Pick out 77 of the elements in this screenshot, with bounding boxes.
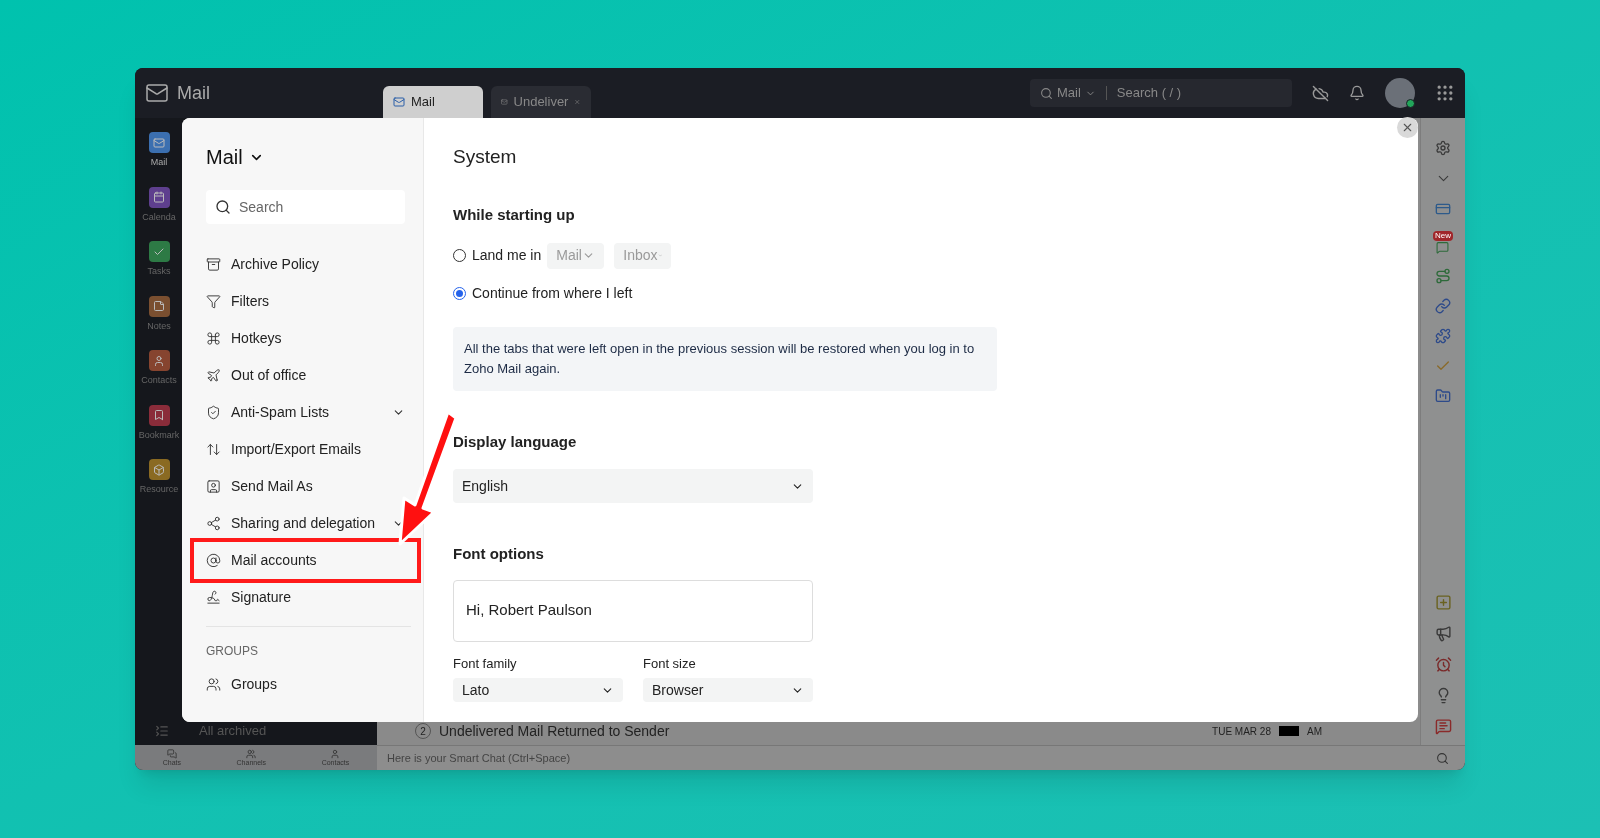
- tab[interactable]: Undeliver: [491, 86, 591, 118]
- app-name: Mail: [177, 81, 210, 105]
- section-heading: Font options: [453, 544, 545, 564]
- settings-menu-item[interactable]: Out of office: [206, 365, 405, 386]
- dropdown[interactable]: Lato: [453, 678, 623, 702]
- dropdown[interactable]: English: [453, 469, 813, 503]
- settings-menu-item[interactable]: Hotkeys: [206, 328, 405, 349]
- search-scope[interactable]: Mail: [1057, 83, 1081, 103]
- filter-icon: [206, 294, 221, 309]
- envelope-logo-icon: [145, 81, 169, 105]
- info-note: All the tabs that were left open in the previous session will be restored when you log in to Zoho Mail again.: [453, 326, 997, 391]
- link-icon[interactable]: [1435, 298, 1451, 314]
- redaction-block: [1279, 726, 1299, 736]
- search-icon[interactable]: [1436, 751, 1449, 765]
- settings-menu-item[interactable]: Archive Policy: [206, 254, 405, 275]
- chat-bubbles-icon: [166, 749, 177, 759]
- mail-date: TUE MAR 28: [1212, 724, 1271, 739]
- arrows-icon: [206, 442, 221, 457]
- users-icon: [206, 677, 221, 692]
- search-icon: [1040, 86, 1053, 100]
- app-rail-item[interactable]: Mail: [135, 132, 183, 170]
- shield-icon: [206, 405, 221, 420]
- avatar[interactable]: [1385, 78, 1415, 108]
- search-placeholder: Search ( / ): [1116, 84, 1182, 103]
- collapse-icon[interactable]: [155, 724, 169, 738]
- settings-menu-item[interactable]: Import/Export Emails: [206, 439, 405, 460]
- puzzle-icon[interactable]: [1435, 328, 1451, 344]
- share-icon: [206, 516, 221, 531]
- new-badge: New: [1433, 231, 1453, 241]
- search-field[interactable]: Search: [206, 190, 405, 224]
- person-icon: [330, 749, 341, 759]
- envelope-icon: [393, 96, 405, 108]
- field-label: Font family: [453, 654, 518, 673]
- cloud-icon[interactable]: [1312, 84, 1329, 102]
- settings-menu-item[interactable]: Anti-Spam Lists: [206, 402, 392, 423]
- tab[interactable]: Mail: [383, 86, 483, 118]
- tray-icon: [206, 257, 221, 272]
- settings-menu-item[interactable]: Signature: [206, 587, 405, 608]
- chat-bubble-icon[interactable]: [1436, 241, 1450, 254]
- card-icon[interactable]: [1435, 201, 1451, 217]
- settings-menu-item[interactable]: Filters: [206, 291, 405, 312]
- search-field[interactable]: Mail Search ( / ): [1030, 79, 1292, 107]
- section-heading: Display language: [453, 431, 578, 452]
- settings-menu-item[interactable]: Sharing and delegation: [206, 513, 392, 534]
- signature-icon: [206, 590, 221, 605]
- folder-footer-text: All archived: [199, 722, 267, 741]
- command-key-icon: [206, 331, 221, 346]
- page-title: System: [453, 144, 518, 169]
- mail-subject: Undelivered Mail Returned to Sender: [439, 721, 670, 741]
- section-heading: GROUPS: [206, 643, 259, 660]
- field-label: Font size: [643, 654, 697, 673]
- radio-option[interactable]: Continue from where I left: [453, 283, 633, 304]
- search-icon: [215, 199, 231, 215]
- folder-chart-icon[interactable]: [1435, 388, 1451, 404]
- close-icon: [1401, 121, 1414, 134]
- users-icon: [246, 749, 257, 759]
- settings-icon[interactable]: [1435, 140, 1451, 156]
- settings-menu-item[interactable]: Groups: [206, 674, 405, 695]
- megaphone-icon[interactable]: [1434, 625, 1452, 642]
- bell-icon[interactable]: [1349, 85, 1365, 101]
- id-card-icon: [206, 479, 221, 494]
- plane-icon: [206, 368, 221, 383]
- section-heading: While starting up: [453, 205, 576, 225]
- app-grid-icon[interactable]: [1435, 83, 1455, 103]
- settings-menu-item[interactable]: Send Mail As: [206, 476, 405, 497]
- add-note-icon[interactable]: [1434, 594, 1452, 611]
- alarm-clock-icon[interactable]: [1434, 656, 1452, 673]
- chat-icon[interactable]: [1434, 718, 1452, 735]
- mail-time: AM: [1307, 724, 1322, 739]
- envelope-icon: [501, 96, 508, 108]
- dropdown[interactable]: Browser: [643, 678, 813, 702]
- module-dropdown[interactable]: Mail: [206, 144, 405, 170]
- at-sign-icon: [206, 553, 221, 568]
- radio-option[interactable]: Land me in: [453, 245, 542, 266]
- settings-menu-item[interactable]: Mail accounts: [206, 550, 405, 571]
- route-icon[interactable]: [1435, 268, 1451, 284]
- font-preview-box: Hi, Robert Paulson: [453, 579, 813, 642]
